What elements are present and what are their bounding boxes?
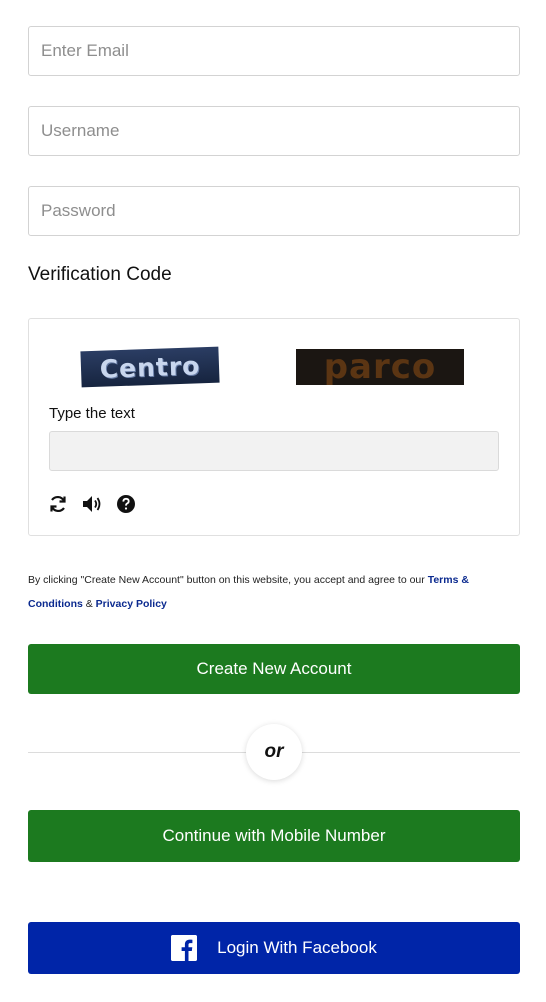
password-field[interactable] [28, 186, 520, 236]
captcha-image-1: Centro [80, 346, 220, 388]
terms-prefix: By clicking "Create New Account" button … [28, 574, 428, 586]
speaker-icon[interactable] [81, 493, 103, 515]
captcha-type-label: Type the text [49, 405, 135, 422]
captcha-image-2: parco [296, 347, 464, 387]
captcha-panel: Centro parco Type the text [28, 318, 520, 536]
terms-text: By clicking "Create New Account" button … [28, 568, 518, 616]
verification-title: Verification Code [28, 264, 172, 285]
create-account-button[interactable]: Create New Account [28, 644, 520, 694]
privacy-link[interactable]: Privacy Policy [96, 598, 167, 610]
email-field[interactable] [28, 26, 520, 76]
mobile-number-button[interactable]: Continue with Mobile Number [28, 810, 520, 862]
captcha-input[interactable] [49, 431, 499, 471]
or-separator: or [246, 724, 302, 780]
help-icon[interactable] [115, 493, 137, 515]
mobile-number-label: Continue with Mobile Number [162, 826, 386, 845]
create-account-label: Create New Account [196, 659, 352, 678]
facebook-login-button[interactable]: Login With Facebook [28, 922, 520, 974]
captcha-tools [47, 493, 137, 515]
facebook-login-label: Login With Facebook [217, 938, 377, 957]
refresh-icon[interactable] [47, 493, 69, 515]
username-field[interactable] [28, 106, 520, 156]
facebook-icon [171, 935, 198, 961]
terms-ampersand: & [82, 598, 96, 610]
